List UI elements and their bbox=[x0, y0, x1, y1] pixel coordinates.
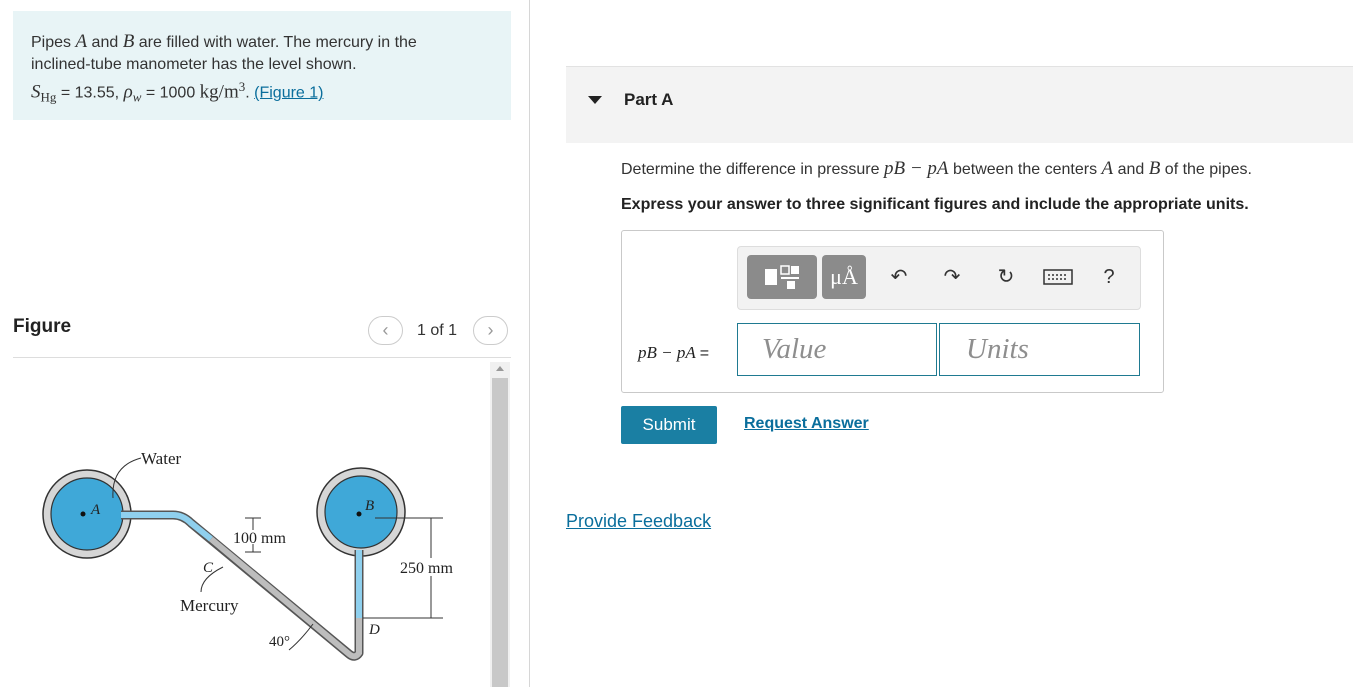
answer-label-math: pB − pA bbox=[638, 343, 696, 362]
answer-label: pB − pA = bbox=[638, 343, 709, 363]
keyboard-icon bbox=[1043, 269, 1073, 285]
problem-statement: Pipes A and B are filled with water. The… bbox=[13, 11, 511, 120]
problem-line-3: SHg = 13.55, ρw = 1000 kg/m3. (Figure 1) bbox=[31, 76, 493, 109]
problem-text: Pipes bbox=[31, 34, 72, 51]
templates-button[interactable] bbox=[747, 255, 817, 299]
water-label: Water bbox=[141, 449, 181, 468]
chevron-left-icon: ‹ bbox=[382, 320, 389, 340]
submit-button[interactable]: Submit bbox=[621, 406, 717, 444]
problem-line-2: inclined-tube manometer has the level sh… bbox=[31, 56, 357, 73]
undo-icon: ↶ bbox=[890, 266, 908, 288]
question-text-segment: between the centers bbox=[952, 161, 1098, 178]
manometer-figure: Water A B C D 100 mm 250 mm Mercury 40° bbox=[42, 449, 453, 661]
answer-box: μÅ ↶ ↷ ↻ ? pB − pA = Value Units bbox=[621, 230, 1164, 393]
redo-icon: ↷ bbox=[943, 266, 961, 288]
scroll-up-arrow-icon[interactable] bbox=[496, 366, 504, 371]
problem-text: are filled with water. The mercury in th… bbox=[138, 34, 417, 51]
question-text-segment: and bbox=[1117, 161, 1145, 178]
math-toolbar: μÅ ↶ ↷ ↻ ? bbox=[737, 246, 1141, 310]
label-c: C bbox=[203, 560, 214, 576]
pipe-b-water bbox=[324, 475, 398, 549]
units-icon: μÅ bbox=[830, 264, 858, 289]
rho-symbol: ρ bbox=[123, 81, 133, 103]
label-b: B bbox=[365, 498, 374, 514]
question-math: pB − pA bbox=[883, 158, 949, 179]
rho-subscript: w bbox=[132, 89, 142, 105]
answer-label-equals: = bbox=[699, 345, 710, 362]
s-hg-value: = 13.55, bbox=[60, 84, 120, 102]
question-text-segment: Determine the difference in pressure bbox=[621, 161, 880, 178]
help-button[interactable]: ? bbox=[1091, 255, 1127, 299]
s-hg-symbol: S bbox=[31, 81, 41, 103]
problem-line-1: Pipes A and B are filled with water. The… bbox=[31, 31, 493, 54]
collapse-caret-icon[interactable] bbox=[588, 96, 602, 104]
label-a: A bbox=[90, 502, 101, 518]
undo-button[interactable]: ↶ bbox=[881, 255, 917, 299]
figure-link[interactable]: (Figure 1) bbox=[254, 84, 323, 101]
units-input[interactable]: Units bbox=[939, 323, 1140, 376]
question-text: Determine the difference in pressure pB … bbox=[621, 158, 1252, 180]
answer-instructions: Express your answer to three significant… bbox=[621, 196, 1249, 213]
period: . bbox=[245, 84, 250, 102]
figure-header: Figure ‹ 1 of 1 › bbox=[13, 312, 511, 358]
keyboard-button[interactable] bbox=[1038, 255, 1078, 299]
chevron-right-icon: › bbox=[487, 320, 494, 340]
figure-scrollbar[interactable] bbox=[490, 362, 510, 687]
dim-250-label: 250 mm bbox=[400, 560, 453, 577]
reset-icon: ↻ bbox=[997, 266, 1015, 288]
scrollbar-thumb[interactable] bbox=[492, 378, 508, 687]
variable-b: B bbox=[122, 31, 135, 52]
s-hg-subscript: Hg bbox=[40, 89, 57, 105]
templates-icon bbox=[765, 265, 799, 289]
mercury-label: Mercury bbox=[180, 596, 239, 615]
provide-feedback-link[interactable]: Provide Feedback bbox=[566, 511, 711, 532]
rho-value: = 1000 bbox=[145, 84, 196, 102]
pipe-a-center bbox=[80, 511, 86, 517]
reset-button[interactable]: ↻ bbox=[988, 255, 1024, 299]
problem-text: and bbox=[91, 34, 119, 51]
request-answer-link[interactable]: Request Answer bbox=[744, 415, 869, 433]
panel-divider bbox=[529, 0, 530, 687]
question-var-a: A bbox=[1101, 158, 1114, 179]
pipe-b-center bbox=[356, 511, 362, 517]
angle-arc bbox=[288, 623, 314, 651]
label-d: D bbox=[368, 622, 380, 638]
pipe-a-water bbox=[50, 477, 124, 551]
figure-counter: 1 of 1 bbox=[417, 322, 458, 339]
figure-title: Figure bbox=[13, 316, 72, 337]
dim-100-label: 100 mm bbox=[233, 530, 286, 547]
question-text-segment: of the pipes. bbox=[1164, 161, 1252, 178]
rho-units: kg/m bbox=[199, 81, 239, 103]
part-title: Part A bbox=[624, 90, 674, 109]
figure-next-button[interactable]: › bbox=[473, 316, 508, 345]
question-var-b: B bbox=[1148, 158, 1161, 179]
help-icon: ? bbox=[1103, 266, 1115, 288]
part-a-header[interactable]: Part A bbox=[566, 66, 1353, 143]
redo-button[interactable]: ↷ bbox=[934, 255, 970, 299]
angle-label: 40° bbox=[269, 634, 290, 650]
figure-prev-button[interactable]: ‹ bbox=[368, 316, 403, 345]
value-input[interactable]: Value bbox=[737, 323, 937, 376]
units-button[interactable]: μÅ bbox=[822, 255, 866, 299]
variable-a: A bbox=[75, 31, 88, 52]
